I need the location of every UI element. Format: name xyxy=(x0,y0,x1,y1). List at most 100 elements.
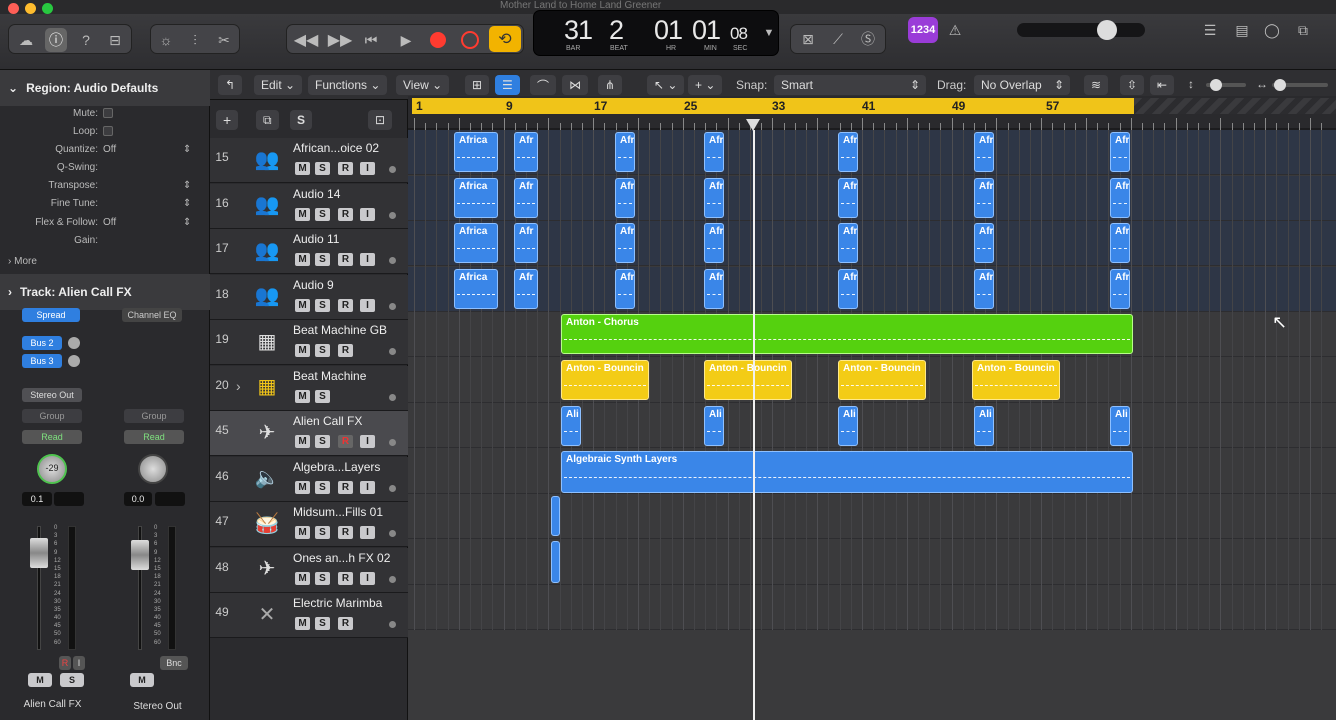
mute-button[interactable]: M xyxy=(295,344,310,357)
record-enable-button[interactable]: R xyxy=(338,480,353,494)
region[interactable]: Afr xyxy=(704,268,724,309)
horizontal-fit-icon[interactable]: ⇤ xyxy=(1150,75,1175,95)
global-solo-icon[interactable]: S xyxy=(290,110,313,130)
track-row[interactable]: 48 ✈ Ones an...h FX 02 M S R I xyxy=(210,547,408,593)
input-monitor-button[interactable]: I xyxy=(360,298,375,312)
chevron-right-icon[interactable]: › xyxy=(236,378,241,394)
solo-button[interactable]: S xyxy=(315,480,330,494)
go-to-beginning-icon[interactable]: ⏮ xyxy=(359,29,383,51)
param-row[interactable]: Loop: xyxy=(0,126,200,144)
mute-button[interactable]: M xyxy=(295,298,310,312)
output-button[interactable]: Stereo Out xyxy=(22,388,82,402)
input-monitor-button[interactable]: I xyxy=(360,480,375,494)
mute-button[interactable]: M xyxy=(295,571,310,585)
region[interactable]: Anton - Bouncin xyxy=(704,360,792,400)
region[interactable]: Afr xyxy=(615,177,635,218)
region[interactable]: Africa xyxy=(454,177,498,218)
group-button[interactable]: Group xyxy=(22,409,82,423)
param-row[interactable]: Flex & Follow: Off ⇕ xyxy=(0,217,200,235)
split-icon[interactable]: ⋔ xyxy=(598,75,623,95)
param-value[interactable]: Off xyxy=(103,217,116,228)
region[interactable]: Ali xyxy=(561,406,581,446)
track-name[interactable]: Algebra...Layers xyxy=(293,460,380,474)
input-monitor-button[interactable]: I xyxy=(360,435,375,448)
solo-button[interactable]: S xyxy=(315,253,330,266)
track-name[interactable]: Audio 14 xyxy=(293,187,340,201)
solo-button[interactable]: S xyxy=(315,526,330,539)
solo-button[interactable]: S xyxy=(315,435,330,448)
record-enable-button[interactable]: R xyxy=(338,253,353,266)
region[interactable]: Afr xyxy=(974,268,994,309)
vertical-zoom-slider[interactable] xyxy=(1206,79,1246,91)
solo-button[interactable]: S xyxy=(315,344,330,357)
tracks-area[interactable]: Africa Afr Afr Afr Afr Afr Afr Africa Afr Afr Afr A… xyxy=(408,130,1336,720)
replace-record-icon[interactable] xyxy=(461,31,479,49)
region[interactable] xyxy=(551,496,560,536)
track-lane[interactable] xyxy=(408,266,1336,312)
vertical-fit-icon[interactable]: ⇳ xyxy=(1120,75,1145,95)
pan-knob[interactable]: -29 xyxy=(37,454,67,484)
solo-button[interactable]: S xyxy=(315,617,330,630)
region[interactable]: Afr xyxy=(615,223,635,263)
input-monitor-button[interactable]: I xyxy=(73,656,85,670)
mixer-icon[interactable]: ⫶ xyxy=(184,30,206,50)
snap-select[interactable]: Smart ⇕ xyxy=(774,75,926,95)
metronome-icon[interactable]: ⚠ xyxy=(944,19,966,41)
track-name[interactable]: Ones an...h FX 02 xyxy=(293,551,390,565)
solo-button[interactable]: S xyxy=(315,389,330,403)
rewind-icon[interactable]: ◀◀ xyxy=(291,29,321,51)
track-lane[interactable] xyxy=(408,494,1336,539)
secondary-tool-icon[interactable]: + ⌄ xyxy=(688,75,723,95)
solo-mode-icon[interactable]: Ⓢ xyxy=(857,29,879,49)
region[interactable]: Africa xyxy=(454,132,498,172)
record-enable-button[interactable]: R xyxy=(338,526,353,539)
mute-mode-icon[interactable]: ⊠ xyxy=(797,29,819,49)
horizontal-zoom-knob[interactable] xyxy=(1274,79,1286,91)
track-lane[interactable] xyxy=(408,585,1336,630)
region[interactable]: Africa xyxy=(454,268,498,309)
region[interactable]: Ali xyxy=(704,406,724,446)
list-view-icon[interactable]: ☰ xyxy=(495,75,520,95)
pan-knob-2[interactable] xyxy=(138,454,168,484)
param-row[interactable]: Gain: xyxy=(0,235,200,253)
track-row[interactable]: 16 👥 Audio 14 M S R I xyxy=(210,183,408,229)
view-menu[interactable]: View ⌄ xyxy=(396,75,450,95)
param-row[interactable]: Q-Swing: xyxy=(0,162,200,180)
param-row[interactable]: Quantize: Off ⇕ xyxy=(0,144,200,162)
track-row[interactable]: 15 👥 African...oice 02 M S R I xyxy=(210,138,408,183)
track-row[interactable]: 49 ✕ Electric Marimba M S R xyxy=(210,593,408,638)
more-disclosure[interactable]: › More xyxy=(0,256,210,270)
param-value[interactable]: Off xyxy=(103,144,116,155)
browser-icon[interactable]: ⧉ xyxy=(1292,20,1314,40)
duplicate-track-icon[interactable]: ⧉ xyxy=(256,110,279,130)
solo-button[interactable]: S xyxy=(315,207,330,221)
region[interactable]: Afr xyxy=(974,223,994,263)
input-monitor-button[interactable]: I xyxy=(360,526,375,539)
track-row[interactable]: 19 ▦ Beat Machine GB M S R xyxy=(210,320,408,365)
playhead[interactable] xyxy=(753,130,755,720)
editors-icon[interactable]: ✂ xyxy=(213,30,235,50)
inspector-icon[interactable]: ⓘ xyxy=(45,28,67,52)
smart-controls-icon[interactable]: ☼ xyxy=(155,30,177,50)
track-row[interactable]: 17 👥 Audio 11 M S R I xyxy=(210,229,408,274)
bus2-send[interactable]: Bus 2 xyxy=(22,336,62,350)
region[interactable]: Africa xyxy=(454,223,498,263)
crossfade-icon[interactable]: ⋈ xyxy=(562,75,588,95)
region[interactable]: Afr xyxy=(1110,268,1130,309)
solo-button[interactable]: S xyxy=(60,673,84,687)
fast-forward-icon[interactable]: ▶▶ xyxy=(325,29,355,51)
track-name[interactable]: Midsum...Fills 01 xyxy=(293,505,383,519)
master-volume-knob[interactable] xyxy=(1097,20,1117,40)
solo-button[interactable]: S xyxy=(315,571,330,585)
zoom-window-button[interactable] xyxy=(42,3,53,14)
track-name[interactable]: Audio 11 xyxy=(293,232,339,246)
region[interactable]: Ali xyxy=(1110,406,1130,446)
region[interactable]: Afr xyxy=(838,268,858,309)
waveform-zoom-icon[interactable]: ≋ xyxy=(1084,75,1109,95)
param-row[interactable]: Fine Tune: ⇕ xyxy=(0,198,200,216)
region[interactable]: Afr xyxy=(514,268,538,309)
catch-icon[interactable]: ⊡ xyxy=(368,110,393,130)
region[interactable]: Afr xyxy=(974,132,994,172)
bus3-send[interactable]: Bus 3 xyxy=(22,354,62,368)
track-name[interactable]: Electric Marimba xyxy=(293,596,382,610)
